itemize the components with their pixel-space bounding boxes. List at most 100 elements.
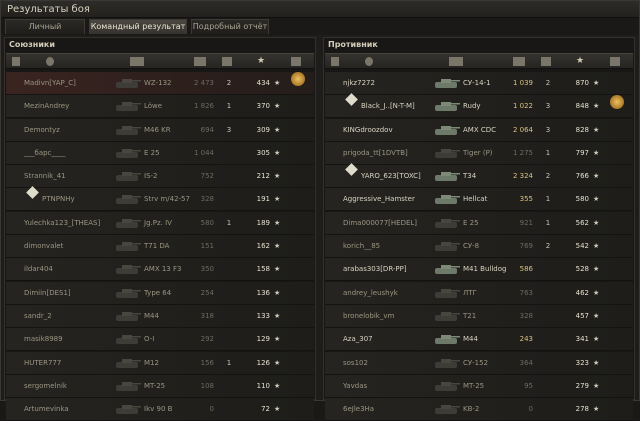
xp-value: 110 <box>256 381 270 390</box>
tank-icon <box>116 242 141 252</box>
player-name: Demontyz <box>24 125 60 134</box>
player-row[interactable]: bronelobik_vm T21 328 457 ★ <box>325 304 633 328</box>
tank-icon <box>435 195 460 205</box>
player-row[interactable]: prigoda_tt[1DVTB] Tiger (P) 1 275 1 797 ★ <box>325 141 633 165</box>
xp-star-icon: ★ <box>593 242 600 251</box>
enemies-header: ★ <box>325 53 633 69</box>
player-row[interactable]: Yavdas MT-25 95 279 ★ <box>325 374 633 398</box>
player-row[interactable]: 6eJle3Ha KB-2 0 278 ★ <box>325 398 633 421</box>
player-row[interactable]: Strannik_41 IS-2 752 212 ★ <box>6 165 314 189</box>
player-row[interactable]: njkz7272 СУ-14-1 1 039 2 870 ★ <box>325 72 633 95</box>
tank-name: Jg.Pz. IV <box>144 218 172 227</box>
xp-value: 309 <box>256 125 270 134</box>
damage-value: 1 826 <box>193 102 214 111</box>
player-row[interactable]: Demontyz M46 KR 694 3 309 ★ <box>6 118 314 142</box>
xp-value: 278 <box>575 405 589 414</box>
player-name: Yavdas <box>343 381 368 390</box>
tank-icon <box>435 148 460 158</box>
xp-value: 580 <box>575 195 589 204</box>
player-column-icon[interactable] <box>46 57 54 66</box>
xp-star-icon: ★ <box>274 148 281 157</box>
tank-name: Rudy <box>463 102 481 111</box>
player-name: bronelobik_vm <box>343 311 395 320</box>
damage-value: 328 <box>519 311 533 320</box>
tank-icon <box>435 242 460 252</box>
player-row[interactable]: sandr_2 M44 318 133 ★ <box>6 304 314 328</box>
player-name: Aggressive_Hamster <box>343 195 415 204</box>
tab-bar: Личный результат Командный результат Под… <box>1 18 639 45</box>
medal-icon[interactable] <box>291 72 305 86</box>
player-name: masik8989 <box>24 335 63 344</box>
damage-value: 2 064 <box>512 125 533 134</box>
tank-column-icon[interactable] <box>130 57 144 66</box>
damage-column-icon[interactable] <box>194 57 206 66</box>
tank-name: IS-2 <box>144 172 158 181</box>
player-row[interactable]: HUTER777 M12 156 1 126 ★ <box>6 351 314 375</box>
player-row[interactable]: korich__85 СУ-8 769 2 542 ★ <box>325 235 633 259</box>
damage-value: 694 <box>200 125 214 134</box>
player-row[interactable]: Aggressive_Hamster Hellcat 355 1 580 ★ <box>325 188 633 212</box>
kills-column-icon[interactable] <box>222 57 232 66</box>
xp-star-icon: ★ <box>274 125 281 134</box>
player-row[interactable]: sos102 СУ-152 364 323 ★ <box>325 351 633 375</box>
tank-name: ЛТГ <box>463 288 477 297</box>
tank-name: M41 Bulldog <box>463 265 507 274</box>
player-row[interactable]: Dima000077[HEDEL] E 25 921 1 562 ★ <box>325 211 633 235</box>
xp-column-icon[interactable]: ★ <box>576 57 586 66</box>
player-row[interactable]: Artumevinka Ikv 90 B 0 72 ★ <box>6 398 314 421</box>
tank-icon <box>435 381 460 391</box>
kills-value: 2 <box>226 79 232 87</box>
kills-value: 3 <box>545 125 551 134</box>
xp-star-icon: ★ <box>593 125 600 134</box>
medal-icon[interactable] <box>610 95 624 110</box>
kills-column-icon[interactable] <box>541 57 551 66</box>
medals-column-icon[interactable] <box>291 57 301 66</box>
tank-icon <box>116 102 141 112</box>
tank-name: Löwe <box>144 102 163 111</box>
xp-star-icon: ★ <box>274 79 281 87</box>
player-row[interactable]: sergomelnik MT-25 108 110 ★ <box>6 374 314 398</box>
player-row[interactable]: dimonvalet T71 DA 151 162 ★ <box>6 235 314 259</box>
damage-value: 752 <box>200 172 214 181</box>
medals-column-icon[interactable] <box>610 57 620 66</box>
xp-value: 848 <box>575 102 589 111</box>
player-row[interactable]: MezinAndrey Löwe 1 826 1 370 ★ <box>6 95 314 119</box>
player-row[interactable]: ___бapc____ E 25 1 044 305 ★ <box>6 141 314 165</box>
squad-column-icon[interactable] <box>331 57 339 66</box>
player-row[interactable]: ildar404 AMX 13 F3 350 158 ★ <box>6 258 314 282</box>
player-row[interactable]: arabas303[DR-PP] M41 Bulldog 586 528 ★ <box>325 258 633 282</box>
player-name: Strannik_41 <box>24 172 66 181</box>
player-row[interactable]: YARO_623[TOXC] T34 2 324 2 766 ★ <box>325 163 633 189</box>
player-row[interactable]: masik8989 O-I 292 129 ★ <box>6 328 314 352</box>
player-row[interactable]: Yulechka123_[THEAS] Jg.Pz. IV 580 1 189 ★ <box>6 211 314 235</box>
tab-personal-result[interactable]: Личный результат <box>5 19 85 45</box>
tank-icon <box>116 381 141 391</box>
damage-value: 0 <box>209 405 214 414</box>
xp-value: 434 <box>256 79 270 87</box>
player-row[interactable]: andrey_leushyk ЛТГ 763 462 ★ <box>325 281 633 305</box>
player-row[interactable]: Madivn[YAP_C] WZ-132 2 473 2 434 ★ <box>6 72 314 95</box>
tab-team-result[interactable]: Командный результат <box>89 19 187 34</box>
xp-star-icon: ★ <box>593 148 600 157</box>
player-column-icon[interactable] <box>365 57 373 66</box>
tank-name: M46 KR <box>144 125 171 134</box>
damage-column-icon[interactable] <box>513 57 525 66</box>
xp-value: 323 <box>575 358 589 367</box>
xp-column-icon[interactable]: ★ <box>257 57 267 66</box>
kills-value: 3 <box>226 125 232 134</box>
damage-value: 2 473 <box>193 79 214 87</box>
player-row[interactable]: PTNPNHy Strv m/42-57 328 191 ★ <box>6 186 314 212</box>
tab-detailed-report[interactable]: Подробный отчёт <box>191 19 269 34</box>
xp-value: 305 <box>256 148 270 157</box>
player-row[interactable]: Black_J..[N-T-M] Rudy 1 022 3 848 ★ <box>325 93 633 119</box>
player-row[interactable]: Dimiin[DES1] Type 64 254 136 ★ <box>6 281 314 305</box>
squad-column-icon[interactable] <box>12 57 20 66</box>
damage-value: 1 275 <box>512 148 533 157</box>
player-name: sandr_2 <box>24 311 52 320</box>
tank-name: T34 <box>463 172 477 181</box>
tank-icon <box>116 358 141 368</box>
tank-column-icon[interactable] <box>449 57 463 66</box>
xp-star-icon: ★ <box>274 311 281 320</box>
player-row[interactable]: KINGdroozdov AMX CDC 2 064 3 828 ★ <box>325 118 633 142</box>
player-row[interactable]: Aza_307 M44 243 341 ★ <box>325 328 633 352</box>
